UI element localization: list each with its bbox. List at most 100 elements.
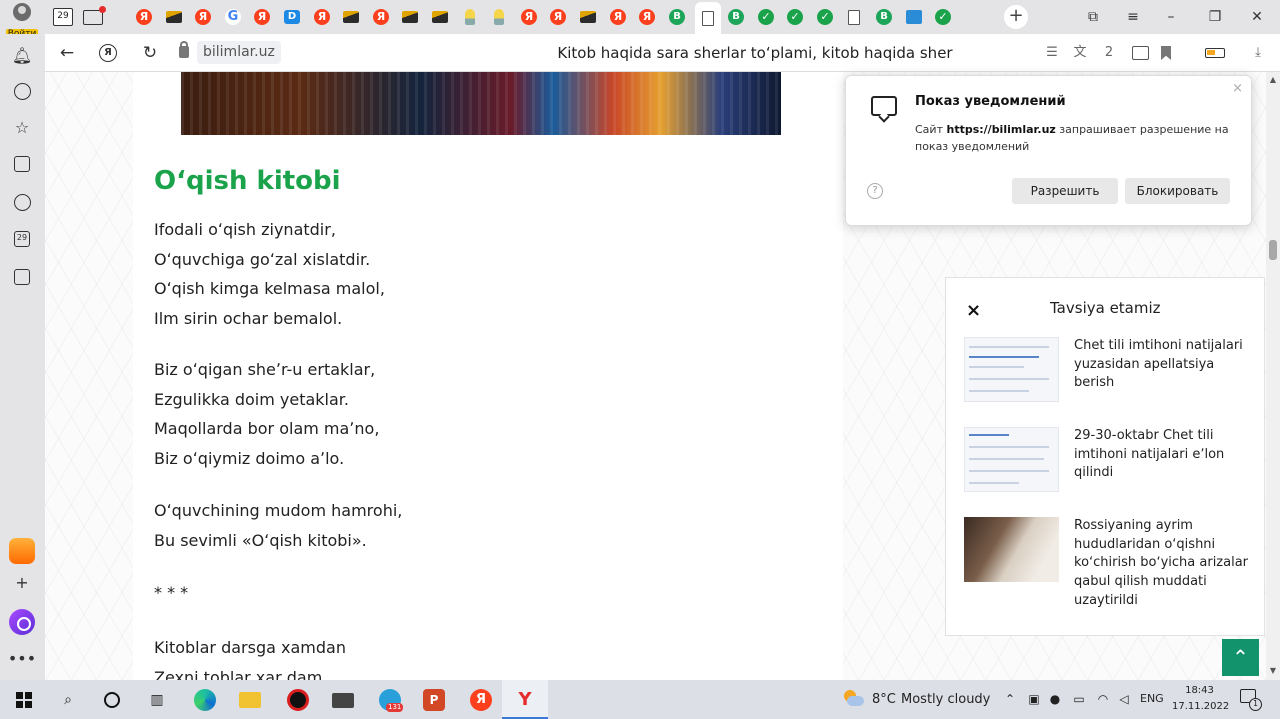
volume-icon[interactable]: ◁ bbox=[1116, 691, 1132, 707]
recommendation-thumbnail[interactable] bbox=[964, 517, 1059, 582]
browser-tab[interactable] bbox=[843, 6, 865, 28]
browser-tab[interactable]: B bbox=[873, 6, 895, 28]
browser-tab[interactable] bbox=[577, 6, 599, 28]
recommendation-link[interactable]: Chet tili imtihoni natijalari yuzasidan … bbox=[1074, 337, 1252, 393]
task-view-icon[interactable]: ▥ bbox=[145, 688, 169, 712]
allow-button[interactable]: Разрешить bbox=[1012, 178, 1118, 204]
tab-files[interactable] bbox=[82, 5, 106, 28]
browser-tab[interactable]: ✓ bbox=[814, 6, 836, 28]
close-icon[interactable]: × bbox=[966, 300, 981, 321]
browser-tab[interactable]: ✓ bbox=[932, 6, 954, 28]
recommendation-thumbnail[interactable] bbox=[964, 337, 1059, 402]
browser-tab[interactable] bbox=[399, 6, 421, 28]
windows-start-icon[interactable] bbox=[12, 688, 36, 712]
battery-saver-icon[interactable] bbox=[1205, 43, 1225, 63]
tab-manager-icon[interactable]: ⧉ bbox=[1082, 6, 1104, 28]
browser-tab[interactable] bbox=[163, 6, 185, 28]
wifi-icon[interactable]: ◠ bbox=[1095, 691, 1111, 707]
collections-icon[interactable] bbox=[11, 153, 33, 175]
browser-tab[interactable]: ✓ bbox=[784, 6, 806, 28]
browser-tab[interactable] bbox=[459, 6, 481, 28]
weather-temp[interactable]: 8°C bbox=[872, 692, 896, 707]
login-button[interactable]: Войти bbox=[4, 2, 40, 40]
weather-text[interactable]: Mostly cloudy bbox=[901, 692, 990, 707]
alice-assistant-icon[interactable] bbox=[9, 609, 35, 635]
downloads-icon[interactable]: ⤓ bbox=[1248, 43, 1268, 63]
yandex-button[interactable]: Я bbox=[97, 42, 119, 64]
microphone-icon[interactable]: ● bbox=[1047, 691, 1063, 707]
minimize-icon[interactable]: – bbox=[1160, 6, 1182, 28]
browser-tab[interactable] bbox=[695, 2, 721, 34]
block-button[interactable]: Блокировать bbox=[1125, 178, 1230, 204]
opera-icon[interactable] bbox=[286, 688, 310, 712]
reader-mode-icon[interactable]: ☰ bbox=[1042, 43, 1062, 63]
scroll-down-arrow[interactable]: ▼ bbox=[1269, 666, 1277, 675]
calendar-icon[interactable]: 29 bbox=[11, 228, 33, 250]
browser-tab[interactable]: D bbox=[281, 6, 303, 28]
page-title[interactable]: Kitob haqida sara sherlar toʻplami, kito… bbox=[465, 34, 1045, 72]
menu-icon[interactable]: ≡ bbox=[1122, 6, 1144, 28]
yandex-app-icon[interactable]: Я bbox=[469, 688, 493, 712]
edge-icon[interactable] bbox=[193, 688, 217, 712]
bell-icon[interactable]: 🔔︎ bbox=[11, 44, 33, 66]
bookmarks-star-icon[interactable]: ☆ bbox=[11, 116, 33, 138]
mail-icon[interactable] bbox=[331, 688, 355, 712]
browser-tab[interactable] bbox=[488, 6, 510, 28]
meet-now-icon[interactable]: ▣ bbox=[1026, 691, 1042, 707]
extensions-icon[interactable]: 2 bbox=[1099, 43, 1119, 63]
browser-tab[interactable] bbox=[340, 6, 362, 28]
browser-tab[interactable]: Я bbox=[311, 6, 333, 28]
browser-tab[interactable]: Я bbox=[607, 6, 629, 28]
language-indicator[interactable]: ENG bbox=[1140, 692, 1164, 705]
bookmark-icon[interactable] bbox=[1156, 43, 1176, 63]
translate-icon[interactable]: 文 bbox=[1070, 43, 1090, 63]
browser-tab[interactable]: B bbox=[725, 6, 747, 28]
restore-icon[interactable]: ❐ bbox=[1204, 6, 1226, 28]
new-tab-button[interactable]: + bbox=[1004, 5, 1028, 29]
recommendation-link[interactable]: 29-30-oktabr Chet tili imtihoni natijala… bbox=[1074, 427, 1252, 483]
reload-button[interactable]: ↻ bbox=[139, 42, 161, 64]
recommendation-thumbnail[interactable] bbox=[964, 427, 1059, 492]
close-window-icon[interactable]: ✕ bbox=[1246, 6, 1268, 28]
screenshot-icon[interactable] bbox=[11, 266, 33, 288]
add-panel-icon[interactable]: + bbox=[11, 571, 33, 593]
scrollbar-thumb[interactable] bbox=[1269, 240, 1277, 260]
more-icon[interactable]: ••• bbox=[8, 647, 36, 669]
browser-tab[interactable]: Я bbox=[518, 6, 540, 28]
notification-center-icon[interactable]: 1 bbox=[1240, 689, 1262, 711]
notification-permission-icon[interactable] bbox=[1130, 43, 1150, 63]
cortana-icon[interactable] bbox=[100, 688, 124, 712]
file-explorer-icon[interactable] bbox=[238, 688, 262, 712]
browser-tab[interactable]: Я bbox=[547, 6, 569, 28]
lock-icon[interactable] bbox=[179, 41, 189, 58]
browser-tab[interactable] bbox=[429, 6, 451, 28]
browser-tab[interactable]: Я bbox=[133, 6, 155, 28]
tab-home[interactable]: 29 bbox=[52, 6, 74, 28]
browser-tab[interactable]: B bbox=[666, 6, 688, 28]
scroll-up-arrow[interactable]: ▲ bbox=[1269, 75, 1277, 84]
browser-tab[interactable] bbox=[903, 6, 925, 28]
help-icon[interactable]: ? bbox=[867, 183, 883, 199]
history-icon[interactable] bbox=[11, 80, 33, 102]
play-icon[interactable] bbox=[11, 191, 33, 213]
powerpoint-icon[interactable]: P bbox=[422, 688, 446, 712]
back-button[interactable]: ← bbox=[56, 42, 78, 64]
browser-tab[interactable]: Я bbox=[370, 6, 392, 28]
browser-tab[interactable]: Я bbox=[636, 6, 658, 28]
browser-tab[interactable]: Я bbox=[192, 6, 214, 28]
battery-icon[interactable]: ▭ bbox=[1071, 691, 1087, 707]
system-clock[interactable]: 18:43 17.11.2022 bbox=[1172, 683, 1229, 715]
popup-close-icon[interactable]: × bbox=[1232, 81, 1243, 96]
search-icon[interactable]: ⌕ bbox=[56, 688, 80, 712]
scroll-to-top-button[interactable]: ⌃ bbox=[1222, 639, 1259, 676]
browser-tab[interactable]: Я bbox=[251, 6, 273, 28]
tray-chevron-icon[interactable]: ⌃ bbox=[1002, 691, 1018, 707]
page-scrollbar[interactable]: ▲ ▼ bbox=[1266, 72, 1280, 680]
mail-app-icon[interactable] bbox=[9, 538, 35, 564]
weather-icon[interactable] bbox=[842, 688, 864, 710]
url-domain[interactable]: bilimlar.uz bbox=[197, 41, 281, 64]
recommendation-link[interactable]: Rossiyaning ayrim hududlaridan oʻqishni … bbox=[1074, 517, 1252, 611]
browser-tab[interactable]: ✓ bbox=[755, 6, 777, 28]
browser-tab[interactable]: G bbox=[222, 6, 244, 28]
telegram-icon[interactable]: 131 bbox=[378, 688, 404, 712]
